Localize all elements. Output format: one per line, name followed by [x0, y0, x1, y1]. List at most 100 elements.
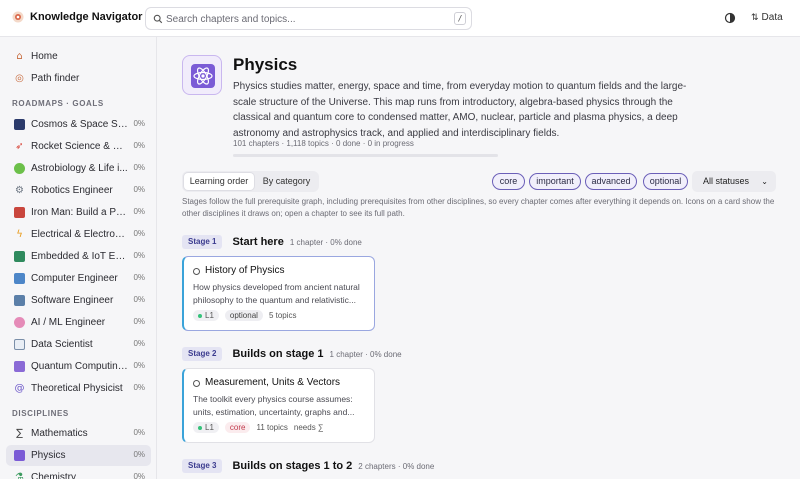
- discipline-stats: 101 chapters · 1,118 topics · 0 done · 0…: [233, 139, 414, 148]
- sidebar-item-home[interactable]: ⌂ Home: [6, 46, 151, 67]
- spiral-icon: @: [14, 383, 25, 394]
- app-title: Knowledge Navigator: [30, 11, 143, 23]
- stage-badge: Stage 3: [182, 459, 223, 473]
- theme-toggle-icon[interactable]: [724, 12, 736, 24]
- sidebar-item-label: Iron Man: Build a Po...: [31, 207, 128, 218]
- physics-atom-icon: [182, 55, 222, 95]
- disciplines-heading: DISCIPLINES: [12, 409, 69, 418]
- sidebar-item-label: Robotics Engineer: [31, 185, 113, 196]
- flask-icon: ⚗: [15, 472, 24, 479]
- sidebar-item-physics[interactable]: Physics 0%: [6, 445, 151, 466]
- tab-by-category[interactable]: By category: [256, 173, 317, 190]
- stages-hint: Stages follow the full prerequisite grap…: [182, 197, 775, 218]
- sidebar-item-label: Quantum Computing...: [31, 361, 128, 372]
- chapter-card[interactable]: History of Physics How physics developed…: [182, 256, 375, 331]
- status-select[interactable]: All statuses ⌄: [692, 171, 776, 192]
- level-badge: L1: [193, 422, 219, 433]
- tab-learning-order[interactable]: Learning order: [184, 173, 254, 190]
- sidebar-item-progress: 0%: [133, 295, 145, 304]
- sidebar-item-progress: 0%: [133, 251, 145, 260]
- sidebar-item-label: Embedded & IoT Eng...: [31, 251, 128, 262]
- stage-meta: 1 chapter · 0% done: [329, 349, 402, 359]
- level-label: L1: [205, 311, 214, 320]
- chapter-card[interactable]: Measurement, Units & Vectors The toolkit…: [182, 368, 375, 443]
- sidebar-item-ai-ml[interactable]: AI / ML Engineer 0%: [6, 312, 151, 333]
- search-box[interactable]: /: [145, 7, 472, 30]
- sidebar-item-progress: 0%: [133, 317, 145, 326]
- sidebar-item-progress: 0%: [133, 361, 145, 370]
- chevron-down-icon: ⌄: [761, 177, 768, 186]
- sidebar-item-theoretical-physicist[interactable]: @ Theoretical Physicist 0%: [6, 378, 151, 399]
- sidebar-item-cosmos[interactable]: Cosmos & Space Sci... 0%: [6, 114, 151, 135]
- alien-icon: [14, 163, 25, 174]
- search-input[interactable]: [166, 11, 446, 27]
- sidebar-item-robotics[interactable]: ⚙ Robotics Engineer 0%: [6, 180, 151, 201]
- needs-discipline: needs ∑: [293, 423, 324, 432]
- main-content: Physics Physics studies matter, energy, …: [157, 37, 800, 479]
- sidebar-item-progress: 0%: [133, 383, 145, 392]
- sidebar-item-label: Computer Engineer: [31, 273, 118, 284]
- filter-chip-important[interactable]: important: [529, 173, 581, 190]
- sidebar-item-label: Home: [31, 51, 58, 62]
- sidebar-item-embedded[interactable]: Embedded & IoT Eng... 0%: [6, 246, 151, 267]
- robot-icon: ⚙: [15, 185, 24, 196]
- level-dot-icon: [198, 425, 202, 430]
- sidebar-item-label: Theoretical Physicist: [31, 383, 123, 394]
- chapter-description: The toolkit every physics course assumes…: [193, 394, 355, 417]
- sidebar-item-astrobiology[interactable]: Astrobiology & Life i... 0%: [6, 158, 151, 179]
- sidebar-item-computer-engineer[interactable]: Computer Engineer 0%: [6, 268, 151, 289]
- topic-count: 11 topics: [256, 423, 288, 432]
- sidebar-item-label: AI / ML Engineer: [31, 317, 106, 328]
- stage-badge: Stage 1: [182, 235, 223, 249]
- stage-title: Builds on stage 1: [232, 348, 324, 360]
- sidebar-item-progress: 0%: [133, 207, 145, 216]
- brand[interactable]: Knowledge Navigator: [12, 11, 142, 23]
- level-label: L1: [205, 423, 214, 432]
- filter-chip-advanced[interactable]: advanced: [585, 173, 637, 190]
- importance-tag: optional: [224, 310, 263, 321]
- home-icon: ⌂: [16, 51, 23, 62]
- stage-header: Stage 1 Start here 1 chapter · 0% done: [182, 235, 362, 249]
- sidebar-item-mathematics[interactable]: ∑ Mathematics 0%: [6, 423, 151, 444]
- filter-chip-core[interactable]: core: [492, 173, 525, 190]
- roadmaps-heading: ROADMAPS · GOALS: [12, 99, 104, 108]
- stage-title: Builds on stages 1 to 2: [232, 460, 353, 472]
- rocket-icon: ➶: [15, 141, 24, 152]
- logo-icon: [12, 11, 24, 23]
- sidebar-item-label: Data Scientist: [31, 339, 93, 350]
- discipline-progress-bar: [233, 154, 498, 157]
- filter-chip-optional[interactable]: optional: [643, 173, 688, 190]
- sidebar-item-label: Path finder: [31, 73, 80, 84]
- search-icon: [153, 14, 163, 24]
- sidebar-item-electrical[interactable]: ϟ Electrical & Electroni... 0%: [6, 224, 151, 245]
- brain-icon: [14, 317, 25, 328]
- data-button[interactable]: ⇅ Data: [751, 12, 783, 23]
- stage-title: Start here: [232, 236, 284, 248]
- data-button-label: Data: [761, 12, 783, 23]
- sidebar-item-rocket[interactable]: ➶ Rocket Science & Sp... 0%: [6, 136, 151, 157]
- sidebar-item-software-engineer[interactable]: Software Engineer 0%: [6, 290, 151, 311]
- sidebar-item-label: Chemistry: [31, 472, 77, 479]
- sidebar-item-quantum-computing[interactable]: Quantum Computing... 0%: [6, 356, 151, 377]
- atom-icon: [14, 450, 25, 461]
- stage-header: Stage 2 Builds on stage 1 1 chapter · 0%…: [182, 347, 402, 361]
- sidebar-item-progress: 0%: [133, 119, 145, 128]
- status-circle-icon: [193, 380, 200, 387]
- sidebar-item-progress: 0%: [133, 229, 145, 238]
- level-dot-icon: [198, 313, 202, 318]
- sidebar-item-chemistry[interactable]: ⚗ Chemistry 0%: [6, 467, 151, 479]
- chapter-footer: L1 optional 5 topics: [193, 310, 297, 321]
- view-tabs: Learning order By category: [182, 171, 319, 192]
- sidebar-item-label: Electrical & Electroni...: [31, 229, 128, 240]
- path-icon: ◎: [15, 73, 24, 84]
- sidebar-item-progress: 0%: [133, 273, 145, 282]
- sidebar-item-progress: 0%: [133, 428, 145, 437]
- quantum-icon: [14, 361, 25, 372]
- sidebar-item-label: Cosmos & Space Sci...: [31, 119, 128, 130]
- sidebar-item-path-finder[interactable]: ◎ Path finder: [6, 68, 151, 89]
- sidebar-item-progress: 0%: [133, 339, 145, 348]
- stage-badge: Stage 2: [182, 347, 223, 361]
- top-bar: Knowledge Navigator / ⇅ Data: [0, 0, 800, 37]
- sidebar-item-iron-man[interactable]: Iron Man: Build a Po... 0%: [6, 202, 151, 223]
- sidebar-item-data-scientist[interactable]: Data Scientist 0%: [6, 334, 151, 355]
